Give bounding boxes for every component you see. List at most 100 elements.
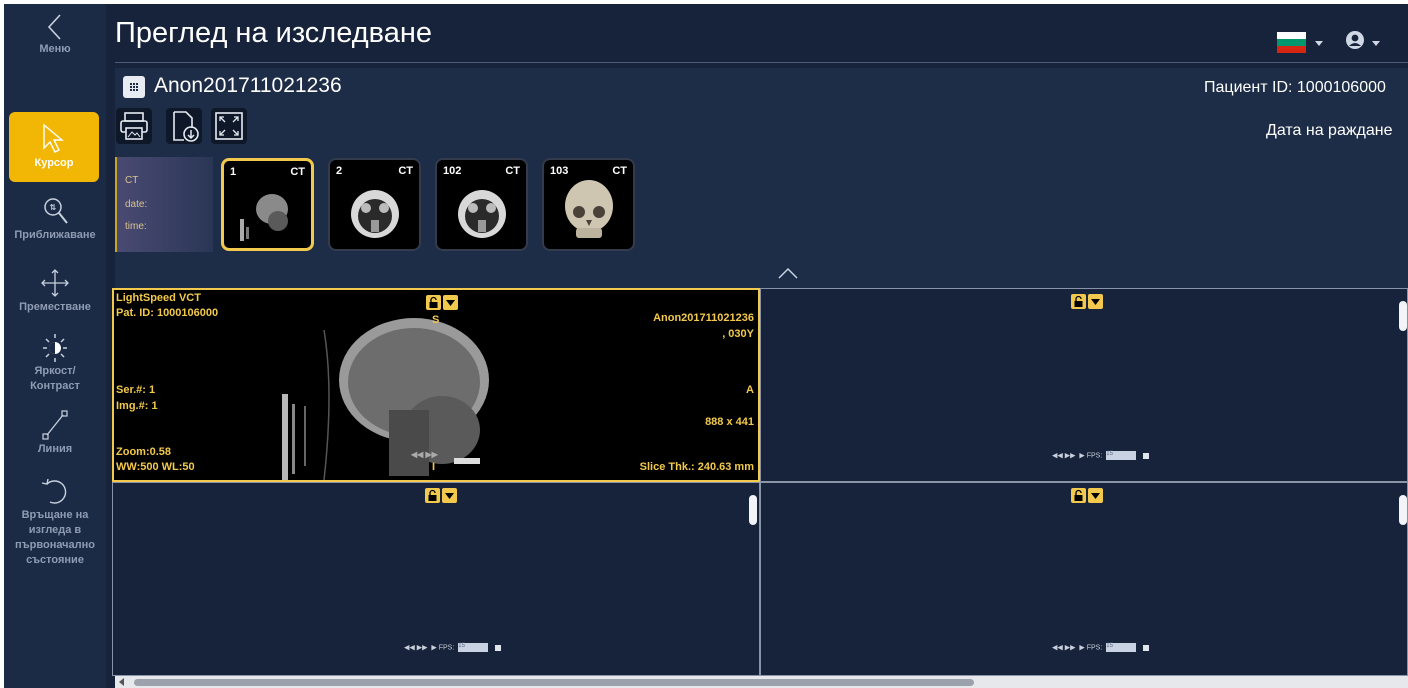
viewport-3[interactable]: ◀◀ ▶▶ ▶ FPS: 15	[112, 482, 760, 676]
overlay-patient-id: Pat. ID: 1000106000	[116, 307, 219, 319]
image-dimensions: 888 x 441	[705, 416, 754, 428]
sidebar-item-label: Приближаване	[14, 229, 96, 241]
language-dropdown-caret-icon[interactable]	[1315, 41, 1323, 46]
sidebar-item-label: Връщане на	[21, 509, 89, 521]
fps-input[interactable]: 15	[1106, 643, 1137, 652]
cursor-icon	[43, 123, 64, 153]
ct-axial-image-icon	[351, 190, 399, 238]
viewport-lock-controls	[1071, 294, 1103, 310]
series-thumbnail[interactable]: 1 CT	[221, 158, 314, 251]
lock-icon[interactable]	[1071, 294, 1086, 309]
series-thumbnail[interactable]: 103 CT	[542, 158, 635, 251]
sidebar-item-brightness[interactable]: Яркост/ Контраст	[4, 332, 106, 394]
viewport-scrollbar[interactable]	[1399, 301, 1407, 331]
app-window: Меню Курсор ⇅ Приближаване Преместване Я…	[4, 4, 1408, 688]
orientation-top: S	[432, 314, 440, 326]
collapse-series-chevron-up-icon[interactable]	[777, 266, 799, 280]
zoom-overlay: Zoom:0.58	[116, 446, 172, 458]
lock-icon[interactable]	[426, 295, 441, 310]
series-modality: CT	[290, 166, 305, 178]
patient-id: Пациент ID: 1000106000	[1204, 79, 1386, 96]
sidebar-item-zoom[interactable]: ⇅ Приближаване	[4, 194, 106, 243]
sidebar-item-label: Курсор	[34, 157, 74, 169]
lock-icon[interactable]	[425, 488, 440, 503]
overlay-age: , 030Y	[722, 328, 754, 340]
series-modality: CT	[505, 165, 520, 177]
download-button[interactable]	[166, 108, 202, 144]
menu-label: Меню	[39, 43, 71, 55]
window-level-overlay: WW:500 WL:50	[116, 461, 195, 473]
sidebar-item-move[interactable]: Преместване	[4, 266, 106, 315]
grid-icon[interactable]	[123, 76, 145, 98]
print-button[interactable]	[116, 108, 152, 144]
orientation-right: A	[746, 384, 754, 396]
chevron-left-icon	[47, 14, 61, 40]
svg-text:⇅: ⇅	[50, 203, 57, 212]
download-icon	[173, 111, 199, 142]
image-number-overlay: Img.#: 1	[116, 400, 158, 412]
slice-thickness: Slice Thk.: 240.63 mm	[639, 461, 754, 473]
horizontal-scrollbar-thumb[interactable]	[134, 679, 974, 686]
viewport-scrollbar[interactable]	[1399, 495, 1407, 525]
sidebar-item-line[interactable]: Линия	[4, 408, 106, 457]
sidebar-item-label: Яркост/	[34, 365, 76, 377]
sidebar-item-cursor[interactable]: Курсор	[9, 112, 99, 182]
fps-input[interactable]: 15	[458, 643, 489, 652]
series-thumbnail[interactable]: 2 CT	[328, 158, 421, 251]
viewport-dropdown-icon[interactable]	[1088, 294, 1103, 309]
cine-controls-icon[interactable]: ◀◀ ▶▶ ▶	[404, 644, 437, 651]
series-date: date:	[125, 199, 148, 210]
reset-icon	[41, 478, 67, 504]
scroll-left-arrow-icon[interactable]	[118, 678, 126, 686]
viewport-lock-controls	[425, 488, 457, 504]
page-title: Преглед на изследване	[115, 17, 432, 49]
viewport-dropdown-icon[interactable]	[443, 295, 458, 310]
print-icon	[120, 112, 148, 140]
cine-rewind-icon[interactable]: ◀◀ ▶▶	[411, 448, 438, 461]
sidebar: Меню Курсор ⇅ Приближаване Преместване Я…	[4, 4, 106, 688]
sidebar-item-label: изгледа в	[28, 524, 82, 536]
cine-controls-icon[interactable]: ◀◀ ▶▶ ▶	[1052, 452, 1085, 459]
bulgarian-flag-icon[interactable]	[1277, 32, 1306, 53]
ct-scout-skull-image	[282, 318, 489, 480]
viewport-4[interactable]: ◀◀ ▶▶ ▶ FPS: 15	[760, 482, 1408, 676]
series-modality: CT	[125, 175, 139, 186]
viewport-dropdown-icon[interactable]	[1088, 488, 1103, 503]
series-number: 1	[230, 166, 237, 178]
stop-icon[interactable]	[495, 644, 502, 651]
brightness-icon	[43, 334, 67, 362]
sidebar-item-label: състояние	[26, 554, 84, 566]
user-dropdown-caret-icon[interactable]	[1372, 41, 1380, 46]
menu-back-button[interactable]: Меню	[4, 12, 106, 57]
orientation-bottom: I	[432, 461, 436, 473]
series-number: 2	[336, 165, 343, 177]
sidebar-item-label: Контраст	[30, 380, 80, 392]
series-info-panel: CT date: time:	[115, 157, 213, 252]
fps-label: FPS:	[438, 644, 455, 652]
stop-icon[interactable]	[1143, 452, 1150, 459]
sidebar-item-label: Преместване	[19, 301, 91, 313]
viewport-1[interactable]: LightSpeed VCT Pat. ID: 1000106000 Ser.#…	[112, 288, 760, 482]
fps-input[interactable]: 15	[1106, 451, 1137, 460]
viewport-lock-controls	[1071, 488, 1103, 504]
viewport-lock-controls	[426, 295, 458, 311]
sidebar-item-reset[interactable]: Връщане на изгледа в първоначално състоя…	[4, 474, 106, 568]
overlay-study-name: Anon201711021236	[653, 312, 754, 324]
series-thumbnail[interactable]: 102 CT	[435, 158, 528, 251]
device-name: LightSpeed VCT	[116, 292, 201, 304]
user-icon[interactable]	[1345, 30, 1365, 50]
cine-player: ◀◀ ▶▶ ▶ FPS: 15	[404, 643, 502, 653]
move-icon	[41, 269, 69, 297]
lock-icon[interactable]	[1071, 488, 1086, 503]
fullscreen-button[interactable]	[211, 108, 247, 144]
viewport-2[interactable]: ◀◀ ▶▶ ▶ FPS: 15	[760, 288, 1408, 482]
header-divider	[115, 62, 1408, 63]
sidebar-item-label: Линия	[37, 443, 73, 455]
viewport-dropdown-icon[interactable]	[442, 488, 457, 503]
fullscreen-icon	[215, 112, 243, 140]
viewport-scrollbar[interactable]	[749, 495, 757, 525]
series-number: 102	[443, 165, 462, 177]
cine-controls-icon[interactable]: ◀◀ ▶▶ ▶	[1052, 644, 1085, 651]
series-number-overlay: Ser.#: 1	[116, 384, 156, 396]
stop-icon[interactable]	[1143, 644, 1150, 651]
